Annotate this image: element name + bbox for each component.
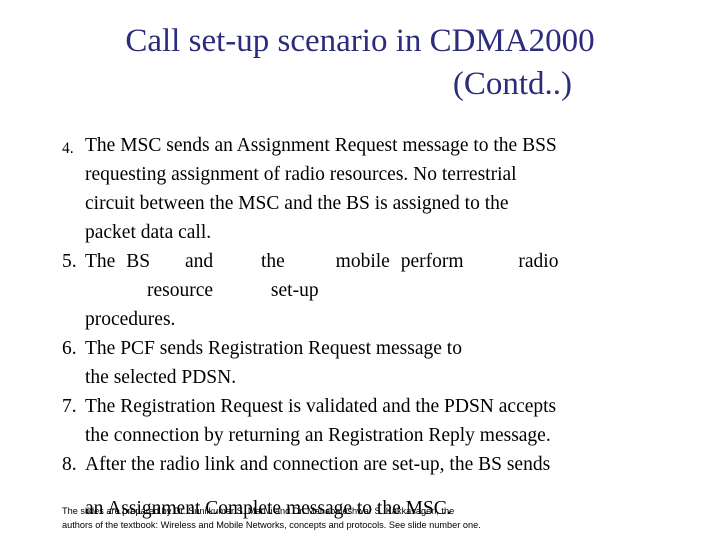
list-line: the selected PDSN. xyxy=(85,367,237,388)
word: perform xyxy=(400,251,464,272)
list-item: 6. The PCF sends Registration Request me… xyxy=(62,334,680,392)
word: and xyxy=(184,251,214,272)
word: set-up xyxy=(270,280,319,301)
list-marker: 8. xyxy=(62,454,77,475)
list-line: The Registration Request is validated an… xyxy=(85,396,557,417)
list-item: 7. The Registration Request is validated… xyxy=(62,392,680,450)
list-line: packet data call. xyxy=(85,222,212,243)
word: the xyxy=(260,251,285,272)
list-marker: 7. xyxy=(62,396,77,417)
list-item: 5. The BS and the mobile perform radio r… xyxy=(62,247,680,334)
list-line: procedures. xyxy=(85,309,176,330)
list-line: circuit between the MSC and the BS is as… xyxy=(85,193,509,214)
word: mobile xyxy=(335,251,390,272)
list-line: The PCF sends Registration Request messa… xyxy=(85,338,462,359)
list-item: 4. The MSC sends an Assignment Request m… xyxy=(62,131,680,247)
list-line: After the radio link and connection are … xyxy=(85,454,551,475)
title-line-2: (Contd..) xyxy=(452,66,572,102)
list-line: The BS and the mobile perform radio xyxy=(85,247,680,276)
list-item-text: The BS and the mobile perform radio reso… xyxy=(85,247,680,334)
list-line: resource set-up xyxy=(85,276,680,305)
list-item: 8. After the radio link and connection a… xyxy=(62,450,680,479)
list-line: requesting assignment of radio resources… xyxy=(85,164,517,185)
list-line: The MSC sends an Assignment Request mess… xyxy=(85,135,557,156)
word: radio xyxy=(518,251,559,272)
list-item-text: The Registration Request is validated an… xyxy=(85,392,680,450)
list-item-text: The MSC sends an Assignment Request mess… xyxy=(85,131,680,247)
list-marker: 5. xyxy=(62,251,77,272)
word: The xyxy=(85,251,116,272)
content-list: 4. The MSC sends an Assignment Request m… xyxy=(62,131,680,479)
list-marker: 6. xyxy=(62,338,77,359)
slide: Call set-up scenario in CDMA2000 (Contd.… xyxy=(0,0,720,540)
list-item-text: After the radio link and connection are … xyxy=(85,450,680,479)
list-marker: 4. xyxy=(62,140,74,157)
page-title: Call set-up scenario in CDMA2000 (Contd.… xyxy=(40,20,680,106)
title-line-1: Call set-up scenario in CDMA2000 xyxy=(125,23,595,59)
list-item-text: The PCF sends Registration Request messa… xyxy=(85,334,680,392)
list-line-overlapping: an Assignment Complete message to the MS… xyxy=(85,498,452,519)
list-line: the connection by returning an Registrat… xyxy=(85,425,551,446)
word: BS xyxy=(126,251,151,272)
word: resource xyxy=(147,280,214,301)
